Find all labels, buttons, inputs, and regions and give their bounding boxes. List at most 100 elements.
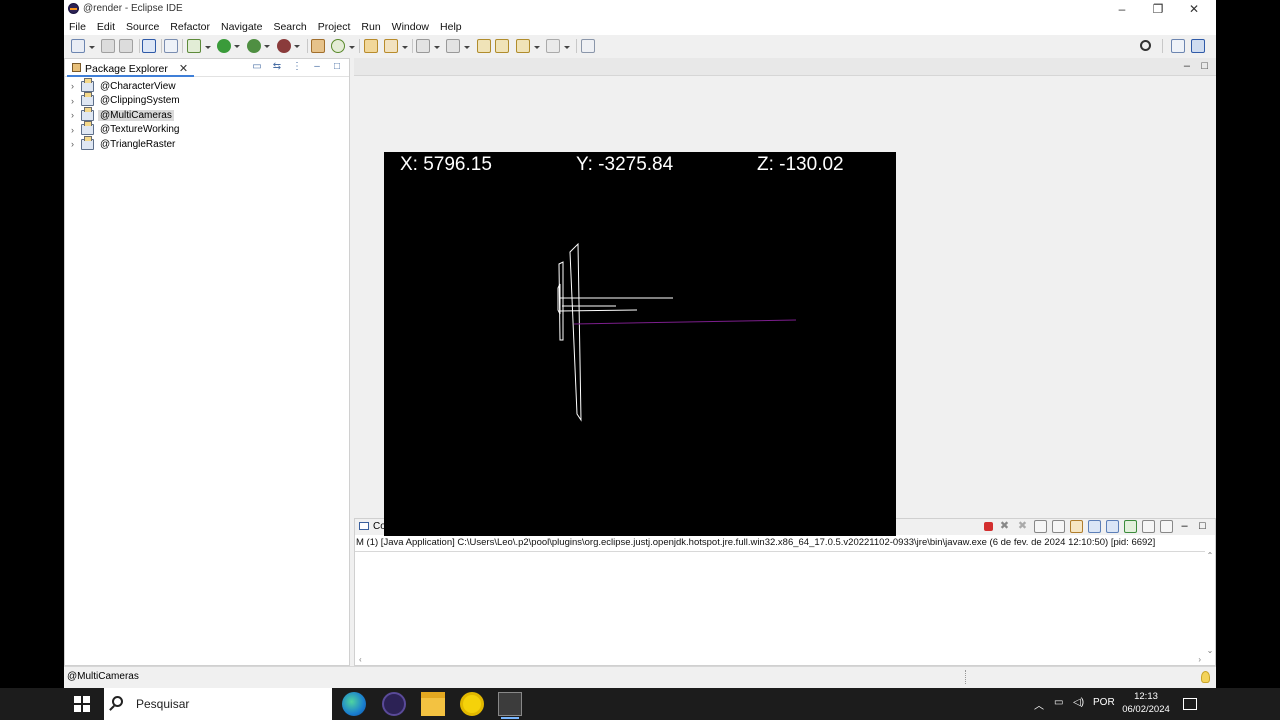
close-view-icon[interactable]: ✕ xyxy=(179,63,188,75)
show-on-stdout-icon[interactable] xyxy=(1088,520,1101,533)
debug-icon[interactable] xyxy=(187,39,211,53)
maximize-console-icon[interactable]: □ xyxy=(1196,520,1209,533)
maximize-editor-icon[interactable]: □ xyxy=(1201,60,1208,72)
menu-edit[interactable]: Edit xyxy=(97,21,115,33)
menu-run[interactable]: Run xyxy=(361,21,380,33)
expand-arrow-icon[interactable]: › xyxy=(71,81,81,91)
close-button[interactable]: ✕ xyxy=(1176,0,1212,18)
network-icon[interactable]: ▭ xyxy=(1054,697,1063,708)
coverage-icon[interactable] xyxy=(247,39,270,53)
open-perspective-icon[interactable] xyxy=(1171,39,1185,53)
word-wrap-icon[interactable] xyxy=(1070,520,1083,533)
last-edit-icon[interactable] xyxy=(477,39,491,53)
scroll-left-icon[interactable]: ‹ xyxy=(359,655,362,664)
menu-source[interactable]: Source xyxy=(126,21,159,33)
pin-console-icon[interactable] xyxy=(1124,520,1137,533)
scroll-right-icon[interactable]: › xyxy=(1198,655,1201,664)
search-icon[interactable] xyxy=(1140,40,1151,51)
save-icon[interactable] xyxy=(101,39,115,53)
eclipse-icon[interactable] xyxy=(382,692,406,716)
java-app-icon[interactable] xyxy=(498,692,522,719)
external-tools-icon[interactable] xyxy=(277,39,300,53)
expand-arrow-icon[interactable]: › xyxy=(71,110,81,120)
project-tree-item[interactable]: › @ClippingSystem xyxy=(65,92,349,109)
project-tree-item[interactable]: › @CharacterView xyxy=(65,77,349,94)
console-horizontal-scrollbar[interactable]: ‹ › xyxy=(355,655,1215,665)
expand-arrow-icon[interactable]: › xyxy=(71,125,81,135)
volume-icon[interactable]: ◁) xyxy=(1073,697,1084,708)
pin-editor-icon[interactable] xyxy=(581,39,595,53)
wireframe-mid-edge xyxy=(559,309,638,312)
taskbar-search-icon xyxy=(112,696,123,707)
minimize-editor-icon[interactable]: – xyxy=(1184,60,1190,72)
tab-package-explorer[interactable]: Package Explorer ✕ xyxy=(67,59,195,77)
forward-icon[interactable] xyxy=(546,39,570,53)
file-explorer-icon[interactable] xyxy=(421,692,445,716)
title-bar[interactable]: @render - Eclipse IDE – ❐ ✕ xyxy=(64,0,1216,18)
display-console-icon[interactable] xyxy=(1142,520,1155,533)
scroll-lock-icon[interactable] xyxy=(1052,520,1065,533)
project-tree-item[interactable]: › @MultiCameras xyxy=(65,106,349,123)
terminate-icon[interactable] xyxy=(984,522,993,531)
show-on-stderr-icon[interactable] xyxy=(1106,520,1119,533)
menu-file[interactable]: File xyxy=(69,21,86,33)
expand-arrow-icon[interactable]: › xyxy=(71,139,81,149)
project-tree-item[interactable]: › @TextureWorking xyxy=(65,121,349,138)
new-package-icon[interactable] xyxy=(311,39,325,53)
taskbar-clock[interactable]: 12:13 06/02/2024 xyxy=(1118,690,1174,716)
menu-search[interactable]: Search xyxy=(273,21,306,33)
console-vertical-scrollbar[interactable]: ⌃ ⌄ xyxy=(1205,551,1215,655)
java-perspective-icon[interactable] xyxy=(1191,39,1205,53)
forward-edit-icon[interactable] xyxy=(495,39,509,53)
status-bar: @MultiCameras xyxy=(64,666,1216,688)
maximize-view-icon[interactable]: □ xyxy=(331,61,343,73)
project-tree-item[interactable]: › @TriangleRaster xyxy=(65,135,349,152)
taskbar-search-box[interactable]: Pesquisar xyxy=(104,688,332,720)
next-annotation-icon[interactable] xyxy=(416,39,440,53)
expand-arrow-icon[interactable]: › xyxy=(71,96,81,106)
minimize-view-icon[interactable]: – xyxy=(311,61,323,73)
search-tool-icon[interactable] xyxy=(460,692,484,716)
save-all-icon[interactable] xyxy=(119,39,133,53)
menu-navigate[interactable]: Navigate xyxy=(221,21,262,33)
notifications-icon[interactable] xyxy=(1183,698,1197,710)
skip-breakpoints-icon[interactable] xyxy=(164,39,178,53)
open-type-icon[interactable] xyxy=(364,39,378,53)
tip-lightbulb-icon[interactable] xyxy=(1201,671,1210,683)
minimize-button[interactable]: – xyxy=(1104,0,1140,18)
open-console-icon[interactable] xyxy=(1160,520,1173,533)
scroll-up-icon[interactable]: ⌃ xyxy=(1205,551,1215,560)
collapse-all-icon[interactable]: ▭ xyxy=(251,61,263,73)
remove-all-launches-icon[interactable]: ✖ xyxy=(1016,520,1029,533)
search-flashlight-icon[interactable] xyxy=(384,39,408,53)
clear-console-icon[interactable] xyxy=(1034,520,1047,533)
scroll-down-icon[interactable]: ⌄ xyxy=(1205,646,1215,655)
minimize-console-icon[interactable]: – xyxy=(1178,520,1191,533)
console-output[interactable] xyxy=(355,551,1211,655)
menu-help[interactable]: Help xyxy=(440,21,462,33)
language-indicator[interactable]: POR xyxy=(1093,697,1115,708)
run-icon[interactable] xyxy=(217,39,240,53)
package-explorer: Package Explorer ✕ ▭ ⇆ ⋮ – □ › @Character… xyxy=(64,58,350,666)
back-icon[interactable] xyxy=(516,39,540,53)
java-render-window[interactable]: X: 5796.15 Y: -3275.84 Z: -130.02 xyxy=(384,152,896,536)
show-hidden-icons[interactable]: ︿ xyxy=(1034,697,1044,712)
link-with-editor-icon[interactable]: ⇆ xyxy=(271,61,283,73)
project-name: @CharacterView xyxy=(100,80,176,92)
previous-annotation-icon[interactable] xyxy=(446,39,470,53)
view-menu-icon[interactable]: ⋮ xyxy=(291,61,303,73)
new-class-icon[interactable] xyxy=(331,39,355,53)
tab-console[interactable]: Co xyxy=(359,521,386,532)
terminal-icon[interactable] xyxy=(142,39,156,53)
restore-button[interactable]: ❐ xyxy=(1140,0,1176,18)
windows-start-icon[interactable] xyxy=(74,696,90,712)
package-explorer-tools: ▭ ⇆ ⋮ – □ xyxy=(251,61,343,73)
remove-launch-icon[interactable]: ✖ xyxy=(998,520,1011,533)
wireframe-accent-edge xyxy=(573,319,797,325)
edge-icon[interactable] xyxy=(342,692,366,716)
menu-refactor[interactable]: Refactor xyxy=(170,21,210,33)
java-project-icon xyxy=(81,92,94,107)
menu-project[interactable]: Project xyxy=(318,21,351,33)
menu-window[interactable]: Window xyxy=(392,21,429,33)
new-file-icon[interactable] xyxy=(71,39,95,53)
